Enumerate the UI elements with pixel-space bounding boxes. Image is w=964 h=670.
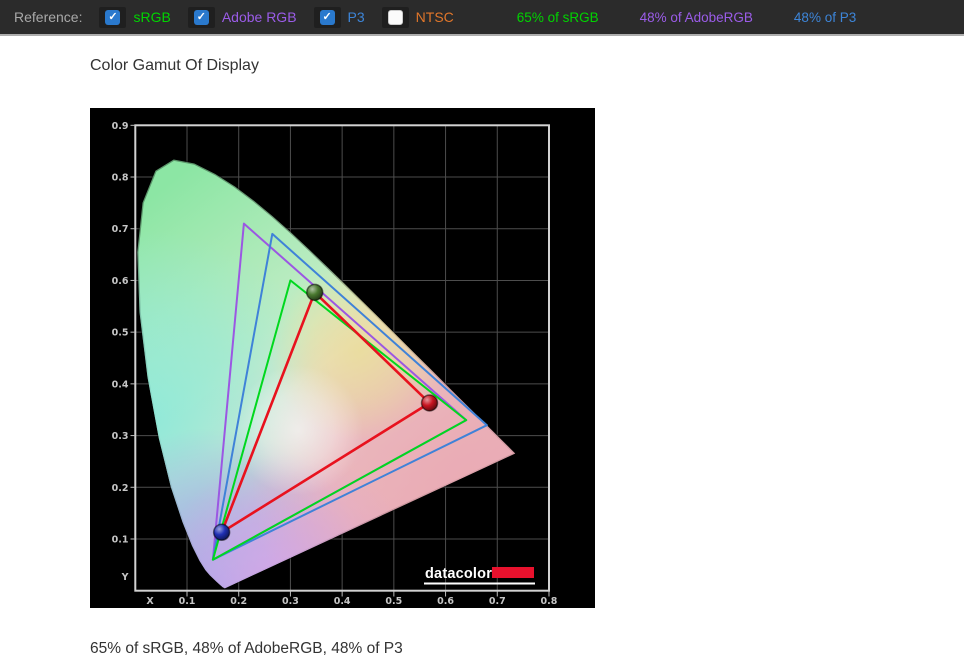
coverage-stats: 65% of sRGB 48% of AdobeRGB 48% of P3	[517, 10, 856, 25]
svg-text:0.2: 0.2	[230, 596, 247, 607]
checkbox-p3[interactable]: ✓ P3	[314, 7, 365, 28]
stat-p3-coverage: 48% of P3	[794, 10, 856, 25]
svg-text:0.1: 0.1	[179, 596, 196, 607]
page-title: Color Gamut Of Display	[90, 56, 964, 75]
checkbox-srgb-wrap: ✓	[99, 7, 126, 28]
checkbox-adobe-rgb[interactable]: ✓ Adobe RGB	[188, 7, 297, 28]
coverage-summary: 65% of sRGB, 48% of AdobeRGB, 48% of P3	[90, 640, 964, 658]
reference-label: Reference:	[14, 9, 82, 25]
checkbox-adobe-rgb-label: Adobe RGB	[222, 9, 297, 25]
datacolor-logo-text: datacolor	[425, 566, 492, 582]
svg-text:0.2: 0.2	[112, 483, 129, 494]
svg-text:0.3: 0.3	[282, 596, 299, 607]
svg-text:0.9: 0.9	[112, 121, 129, 132]
datacolor-logo-red-bar	[492, 567, 534, 578]
checkbox-adobe-rgb-wrap: ✓	[188, 7, 215, 28]
svg-text:0.7: 0.7	[112, 224, 129, 235]
reference-toolbar: Reference: ✓ sRGB ✓ Adobe RGB ✓ P3 NTSC …	[0, 0, 964, 36]
stat-adobergb-coverage: 48% of AdobeRGB	[640, 10, 753, 25]
svg-text:0.6: 0.6	[437, 596, 454, 607]
checkbox-srgb[interactable]: ✓ sRGB	[99, 7, 170, 28]
green-primary-dot	[307, 284, 323, 300]
svg-text:0.6: 0.6	[112, 276, 129, 287]
checkbox-ntsc[interactable]: NTSC	[382, 7, 454, 28]
svg-text:0.3: 0.3	[112, 431, 129, 442]
svg-text:0.8: 0.8	[112, 173, 129, 184]
checkbox-ntsc-box[interactable]	[388, 10, 403, 25]
checkbox-p3-wrap: ✓	[314, 7, 341, 28]
checkbox-ntsc-wrap	[382, 7, 409, 28]
stat-srgb-coverage: 65% of sRGB	[517, 10, 599, 25]
svg-text:0.1: 0.1	[112, 534, 129, 545]
checkbox-p3-box[interactable]: ✓	[320, 10, 335, 25]
chromaticity-chart-box: 0.1 0.2 0.3 0.4 0.5 0.6 0.7 0.8 0.1 0.2 0.3 0.4 0.5 0…	[90, 108, 595, 608]
checkbox-srgb-box[interactable]: ✓	[105, 10, 120, 25]
svg-text:0.5: 0.5	[112, 328, 129, 339]
y-axis-label: Y	[121, 572, 129, 583]
content-area: Color Gamut Of Display 0.10.20.30.40.50.…	[90, 56, 964, 658]
checkbox-adobe-rgb-box[interactable]: ✓	[194, 10, 209, 25]
cie-chromaticity-chart: 0.1 0.2 0.3 0.4 0.5 0.6 0.7 0.8 0.1 0.2 0.3 0.4 0.5 0…	[90, 108, 595, 608]
x-axis-label: X	[146, 596, 154, 607]
svg-text:0.4: 0.4	[334, 596, 351, 607]
svg-text:0.5: 0.5	[385, 596, 402, 607]
checkbox-p3-label: P3	[348, 9, 365, 25]
svg-text:0.4: 0.4	[112, 379, 129, 390]
blue-primary-dot	[214, 524, 230, 540]
svg-text:0.7: 0.7	[489, 596, 506, 607]
checkbox-srgb-label: sRGB	[133, 9, 170, 25]
datacolor-logo: datacolor	[424, 566, 535, 584]
checkbox-ntsc-label: NTSC	[416, 9, 454, 25]
red-primary-dot	[422, 395, 438, 411]
svg-text:0.8: 0.8	[541, 596, 558, 607]
